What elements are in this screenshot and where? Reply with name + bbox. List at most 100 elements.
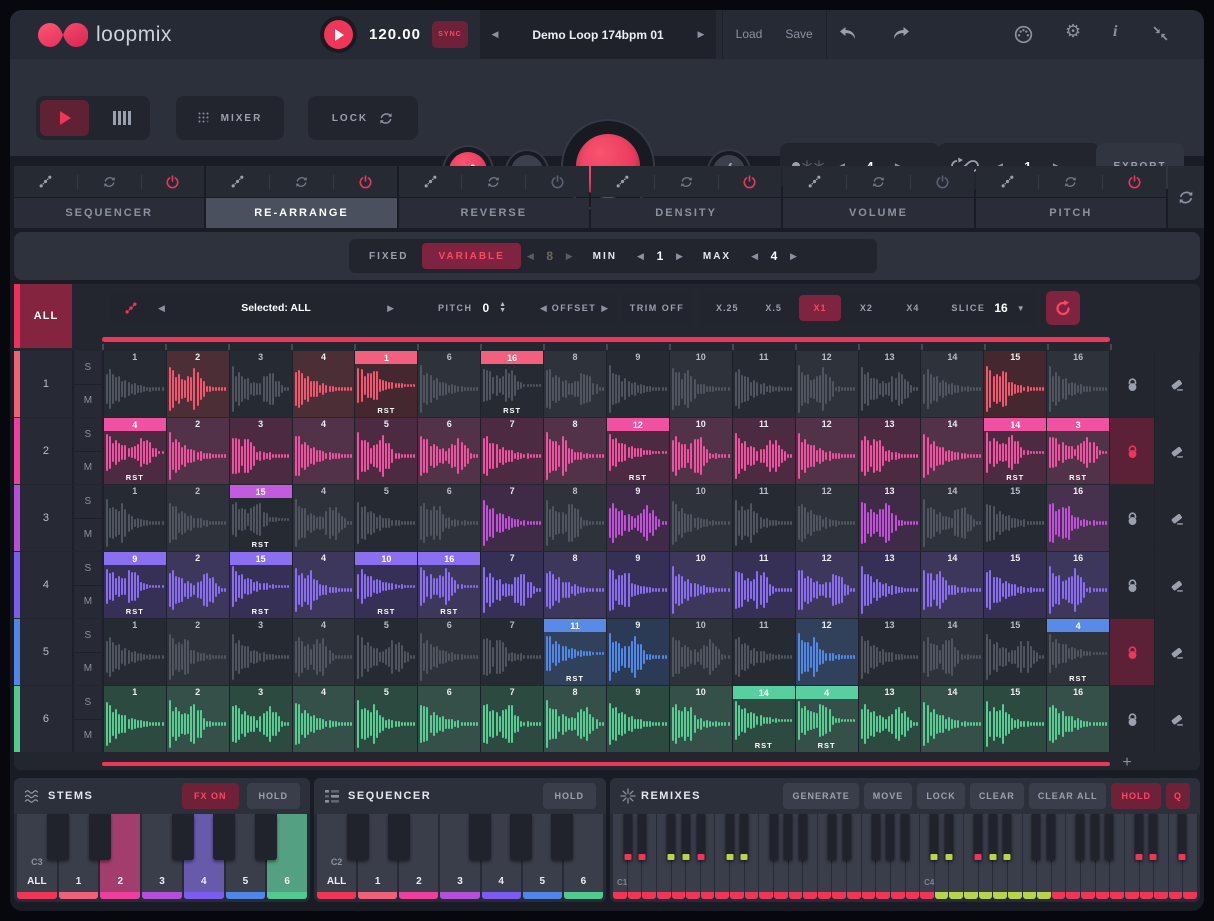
black-key[interactable] [696,814,705,860]
fx-on-button[interactable]: FX ON [182,783,239,809]
slice-cell[interactable]: 12 [796,351,858,417]
black-key[interactable] [1149,814,1158,860]
slice-cell[interactable]: 15 [984,686,1046,752]
lock-icon[interactable] [1110,351,1154,417]
slice-cell[interactable]: 9 [607,552,669,618]
clear-button[interactable]: CLEAR [970,783,1024,809]
info-button[interactable]: i [1113,23,1117,41]
slice-cell[interactable]: 4 [293,418,355,484]
slice-cell[interactable]: 16 [1047,485,1109,551]
slice-cell[interactable]: 4 [293,552,355,618]
eraser-icon[interactable] [1155,418,1199,484]
slice-cell[interactable]: 3 [230,351,292,417]
view-toggle-keyboard[interactable] [97,100,146,136]
slice-cell[interactable]: 3 [230,686,292,752]
max-prev-button[interactable]: ◀ [745,251,764,262]
slice-cell[interactable]: 15 [984,619,1046,685]
refresh-icon[interactable] [78,175,141,189]
slice-cell[interactable]: 7 [481,485,543,551]
black-key[interactable] [347,814,369,860]
track-number[interactable]: 2 [20,418,72,484]
power-icon[interactable] [719,174,782,189]
slice-cell[interactable]: 8 [544,351,606,417]
slice-cell[interactable]: 7 [481,619,543,685]
trim-button[interactable]: TRIM OFF [622,290,692,326]
slice-cell[interactable]: 10 [670,351,732,417]
slice-cell[interactable]: 5 [355,418,417,484]
eraser-icon[interactable] [1155,686,1199,752]
tab-volume[interactable]: VOLUME [783,198,973,228]
slice-cell[interactable]: 15 [984,552,1046,618]
slice-cell[interactable]: 15 [984,485,1046,551]
rate-x2[interactable]: X2 [845,295,887,321]
slice-cell[interactable]: 4 [293,351,355,417]
power-icon[interactable] [526,174,589,189]
track-number[interactable]: 1 [20,351,72,417]
preset-name[interactable]: Demo Loop 174bpm 01 [510,28,686,42]
slice-cell[interactable]: 11 [733,418,795,484]
slice-cell[interactable]: 2 [167,351,229,417]
black-key[interactable] [510,814,532,860]
track-number[interactable]: 6 [20,686,72,752]
black-key[interactable] [667,814,676,860]
slice-cell[interactable]: 11RST [544,619,606,685]
slice-cell[interactable]: 2 [167,619,229,685]
refresh-icon[interactable] [655,175,718,189]
slice-cell[interactable]: 16 [1047,351,1109,417]
preset-next-button[interactable]: ▶ [686,29,716,40]
min-next-button[interactable]: ▶ [670,251,689,262]
slice-cell[interactable]: 9 [607,351,669,417]
slice-cell[interactable]: 1 [104,619,166,685]
preset-prev-button[interactable]: ◀ [480,29,510,40]
dice-icon[interactable] [591,174,654,189]
power-icon[interactable] [911,174,974,189]
slice-cell[interactable]: 3 [230,619,292,685]
power-icon[interactable] [142,174,205,189]
rotate-slices-button[interactable] [1046,291,1080,325]
rate-x25[interactable]: X.25 [706,295,748,321]
slice-cell[interactable]: 10 [670,552,732,618]
slice-cell[interactable]: 2 [167,418,229,484]
dice-icon[interactable] [976,174,1039,189]
slice-cell[interactable]: 8 [544,686,606,752]
slice-cell[interactable]: 5 [355,686,417,752]
black-key[interactable] [1003,814,1012,860]
black-key[interactable] [974,814,983,860]
black-key[interactable] [47,814,69,860]
slice-cell[interactable]: 4RST [1047,619,1109,685]
slice-cell[interactable]: 13 [859,619,921,685]
lock-icon[interactable] [1110,552,1154,618]
black-key[interactable] [930,814,939,860]
black-key[interactable] [871,814,880,860]
slice-cell[interactable]: 12RST [607,418,669,484]
slice-cell[interactable]: 4 [293,686,355,752]
slice-cell[interactable]: 2 [167,552,229,618]
solo-button[interactable]: S [74,418,102,451]
generate-button[interactable]: GENERATE [783,783,858,809]
black-key[interactable] [842,814,851,860]
slice-cell[interactable]: 12 [796,485,858,551]
move-button[interactable]: MOVE [864,783,913,809]
clear-all-button[interactable]: CLEAR ALL [1029,783,1107,809]
tab-pitch[interactable]: PITCH [976,198,1166,228]
black-key[interactable] [1105,814,1114,860]
slice-cell[interactable]: 6 [418,686,480,752]
playhead-bar[interactable] [102,337,1110,342]
solo-button[interactable]: S [74,686,102,719]
slice-cell[interactable]: 16RST [418,552,480,618]
quantize-button[interactable]: Q [1166,783,1190,809]
slice-cell[interactable]: 15 [984,351,1046,417]
global-refresh-button[interactable] [1168,166,1204,228]
black-key[interactable] [89,814,111,860]
slice-cell[interactable]: 7 [481,418,543,484]
slice-cell[interactable]: 4 [293,619,355,685]
black-key[interactable] [828,814,837,860]
slice-cell[interactable]: 5 [355,619,417,685]
black-key[interactable] [784,814,793,860]
sync-button[interactable]: SYNC [432,21,468,48]
slice-cell[interactable]: 11 [733,485,795,551]
solo-button[interactable]: S [74,351,102,384]
black-key[interactable] [1178,814,1187,860]
select-all-button[interactable]: ALL [20,284,72,348]
eraser-icon[interactable] [1155,485,1199,551]
